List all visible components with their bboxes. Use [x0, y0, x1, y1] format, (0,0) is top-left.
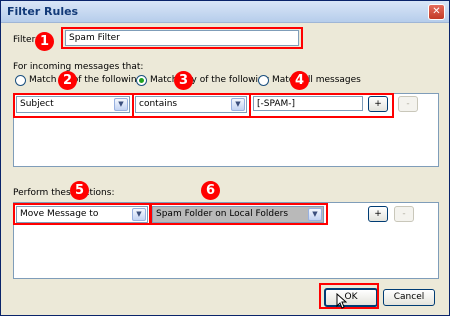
close-icon[interactable]: ✕ [428, 4, 445, 20]
annotation-box-1 [61, 27, 303, 49]
radio-match-all-messages-label: Match all messages [272, 75, 361, 85]
add-action-button[interactable]: + [368, 206, 388, 222]
filter-rules-dialog: Filter Rules ✕ Filter Spam Filter 1 For … [0, 0, 450, 316]
annotation-box-6 [149, 203, 328, 225]
window-title: Filter Rules [7, 5, 79, 18]
annotation-badge-6: 6 [201, 181, 220, 200]
annotation-badge-2: 2 [58, 71, 77, 90]
title-bar[interactable]: Filter Rules ✕ [1, 1, 449, 23]
annotation-box-2 [13, 93, 134, 118]
remove-rule-button[interactable]: - [398, 96, 418, 112]
annotation-badge-4: 4 [290, 71, 309, 90]
remove-action-button[interactable]: - [394, 206, 414, 222]
annotation-box-3 [132, 93, 251, 118]
filter-label: Filter [13, 35, 36, 45]
radio-match-any-label: Match any of the following [150, 75, 270, 85]
annotation-badge-5: 5 [70, 181, 89, 200]
annotation-box-ok [319, 283, 379, 309]
cursor-icon [336, 293, 347, 309]
incoming-heading: For incoming messages that: [13, 62, 144, 72]
cancel-button[interactable]: Cancel [383, 289, 435, 306]
radio-match-all[interactable] [15, 75, 26, 86]
radio-match-all-messages[interactable] [258, 75, 269, 86]
annotation-box-4 [249, 93, 394, 118]
actions-heading: Perform these actions: [13, 188, 115, 198]
radio-match-any[interactable] [136, 75, 147, 86]
annotation-box-5 [13, 203, 152, 225]
radio-match-all-label: Match all of the following [29, 75, 143, 85]
annotation-badge-1: 1 [35, 32, 54, 51]
annotation-badge-3: 3 [174, 71, 193, 90]
